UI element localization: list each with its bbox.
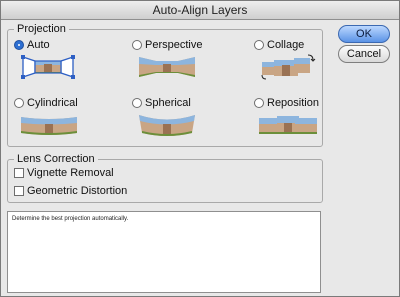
checkbox-geometric-distortion[interactable]: Geometric Distortion <box>14 184 127 198</box>
cancel-button[interactable]: Cancel <box>338 45 390 63</box>
radio-auto-label: Auto <box>27 39 50 51</box>
window-title: Auto-Align Layers <box>1 1 399 20</box>
reposition-preview-icon <box>259 116 317 134</box>
collage-preview-icon <box>261 54 316 80</box>
perspective-preview-icon <box>139 57 195 77</box>
radio-reposition-control[interactable] <box>254 98 264 108</box>
cylindrical-preview-icon <box>21 117 77 135</box>
lens-correction-label: Lens Correction <box>14 152 98 166</box>
radio-spherical-control[interactable] <box>132 98 142 108</box>
auto-align-dialog: Auto-Align Layers Projection Auto Perspe… <box>0 0 400 297</box>
geometric-distortion-checkbox[interactable] <box>14 186 24 196</box>
vignette-removal-checkbox[interactable] <box>14 168 24 178</box>
radio-reposition[interactable]: Reposition <box>254 96 319 110</box>
radio-collage-label: Collage <box>267 39 305 51</box>
radio-cylindrical-label: Cylindrical <box>27 97 78 109</box>
radio-perspective-label: Perspective <box>145 39 203 51</box>
geometric-distortion-label: Geometric Distortion <box>27 185 128 197</box>
radio-cylindrical[interactable]: Cylindrical <box>14 96 78 110</box>
checkbox-vignette-removal[interactable]: Vignette Removal <box>14 166 114 180</box>
auto-preview-icon <box>21 55 75 79</box>
vignette-removal-label: Vignette Removal <box>27 167 114 179</box>
radio-perspective[interactable]: Perspective <box>132 38 202 52</box>
projection-group-label: Projection <box>14 22 69 36</box>
radio-auto[interactable]: Auto <box>14 38 50 52</box>
projection-group: Projection Auto Perspective Collage Cyli… <box>7 22 323 147</box>
radio-collage[interactable]: Collage <box>254 38 304 52</box>
radio-auto-control[interactable] <box>14 40 24 50</box>
radio-spherical[interactable]: Spherical <box>132 96 191 110</box>
spherical-preview-icon <box>139 115 195 136</box>
lens-correction-group: Lens Correction Vignette Removal Geometr… <box>7 152 323 203</box>
radio-cylindrical-control[interactable] <box>14 98 24 108</box>
radio-reposition-label: Reposition <box>267 97 319 109</box>
radio-perspective-control[interactable] <box>132 40 142 50</box>
ok-button[interactable]: OK <box>338 25 390 43</box>
radio-spherical-label: Spherical <box>145 97 191 109</box>
radio-collage-control[interactable] <box>254 40 264 50</box>
description-text: Determine the best projection automatica… <box>12 216 129 222</box>
description-box: Determine the best projection automatica… <box>7 211 321 293</box>
